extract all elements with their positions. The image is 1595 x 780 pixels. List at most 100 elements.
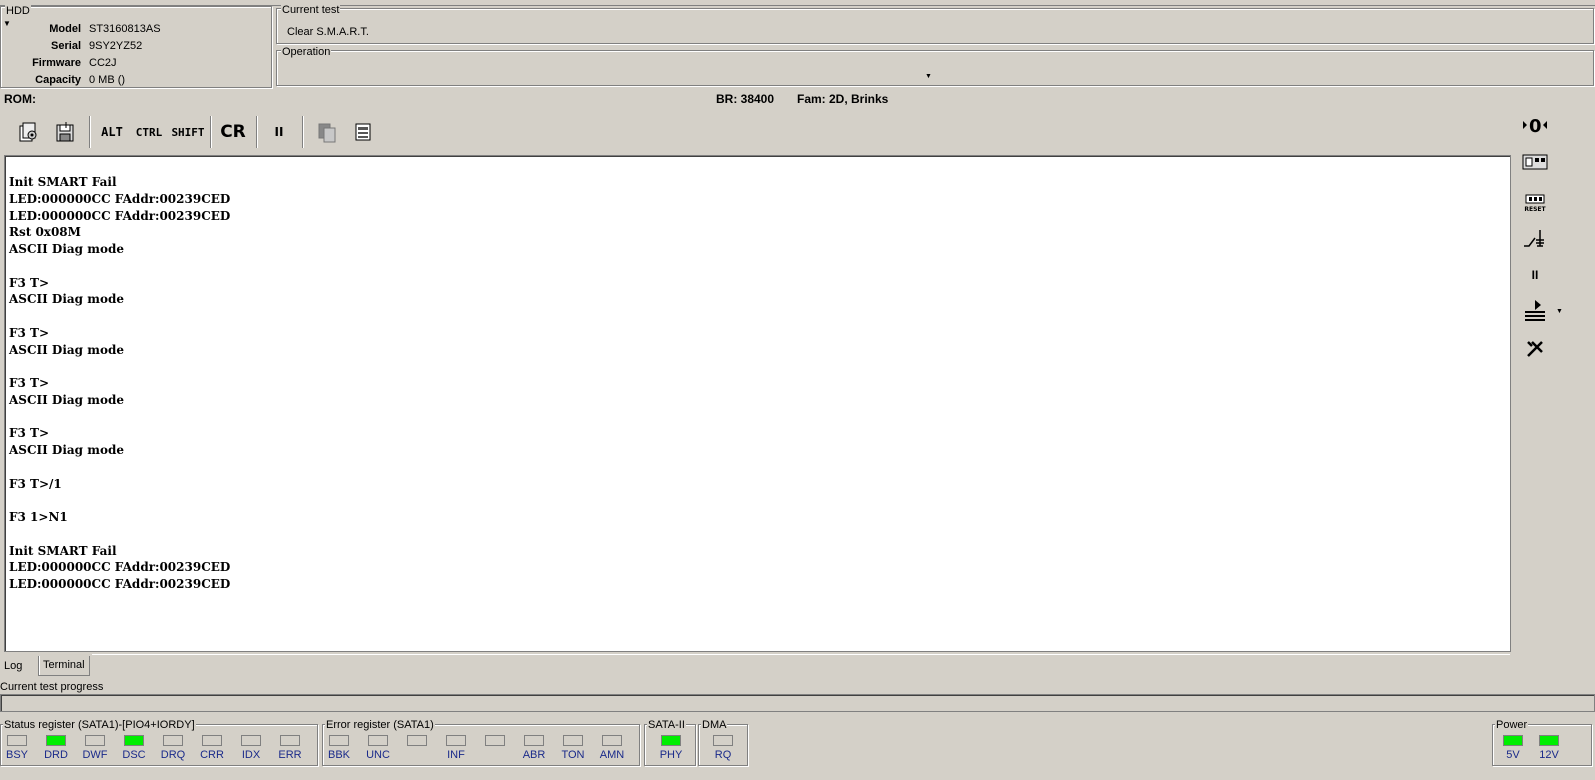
current-test-value: Clear S.M.A.R.T.: [287, 26, 369, 38]
save-log-icon[interactable]: [52, 118, 78, 146]
power-panel: Power 5V 12V: [1492, 719, 1592, 766]
error-register-led: [446, 735, 466, 746]
terminal-line: LED:000000CC FAddr:00239CED: [9, 560, 231, 575]
firmware-label: Firmware: [32, 57, 81, 69]
operation-title: Operation: [281, 46, 332, 58]
power-5v-led: [1503, 735, 1523, 746]
pause-button[interactable]: II: [268, 118, 290, 146]
current-test-panel: Current test Clear S.M.A.R.T.: [276, 4, 1594, 44]
power-toggle-icon[interactable]: 0: [1520, 112, 1550, 138]
error-register-led-label: BBK: [327, 749, 350, 761]
status-register-led: [7, 735, 27, 746]
config-icon[interactable]: [16, 118, 42, 146]
terminal-line: F3 T>: [9, 376, 50, 390]
copy-icon[interactable]: [314, 118, 340, 146]
switch-icon[interactable]: [1520, 226, 1550, 252]
error-register-led: [329, 735, 349, 746]
rom-label: ROM:: [4, 92, 36, 106]
svg-text:RESET: RESET: [1524, 206, 1546, 213]
terminal-line: ASCII Diag mode: [9, 342, 124, 357]
tab-terminal[interactable]: Terminal: [38, 656, 90, 676]
stream-icon[interactable]: [1520, 298, 1550, 324]
power-12v-label: 12V: [1539, 749, 1559, 761]
status-register-title: Status register (SATA1)-[PIO4+IORDY]: [3, 719, 196, 731]
terminal-line: LED:000000CC FAddr:00239CED: [9, 191, 231, 206]
pause-side-icon[interactable]: II: [1520, 262, 1550, 288]
terminal-line: Init SMART Fail: [9, 543, 117, 558]
model-value: ST3160813AS: [89, 23, 161, 35]
board-icon[interactable]: [1520, 149, 1550, 175]
error-register-title: Error register (SATA1): [325, 719, 435, 731]
hdd-title: HDD: [5, 5, 31, 17]
sata-title: SATA-II: [647, 719, 686, 731]
current-test-title: Current test: [281, 4, 341, 16]
error-register-panel: Error register (SATA1) BBK UNC INF ABR TON AM…: [322, 719, 640, 766]
reset-icon[interactable]: RESET: [1520, 187, 1550, 213]
power-12v-led: [1539, 735, 1559, 746]
capacity-value: 0 MB (): [89, 74, 126, 86]
capacity-label: Capacity: [35, 74, 81, 86]
status-register-led: [85, 735, 105, 746]
sata-panel: SATA-II PHY: [644, 719, 696, 766]
status-register-led-label: DRQ: [160, 749, 186, 761]
terminal-line: Init SMART Fail: [9, 175, 117, 189]
terminal-line: F3 T>: [9, 325, 50, 340]
tools-icon[interactable]: [1520, 336, 1550, 362]
status-register-led-label: DSC: [122, 749, 146, 761]
operation-panel: Operation ▼: [276, 46, 1594, 86]
baud-rate: BR: 38400: [716, 92, 775, 106]
status-register-led-label: CRR: [200, 749, 224, 761]
error-register-led: [485, 735, 505, 746]
operation-dropdown-icon[interactable]: ▼: [925, 73, 932, 80]
terminal-line: ASCII Diag mode: [9, 443, 124, 457]
status-register-led: [280, 735, 300, 746]
status-register-led: [163, 735, 183, 746]
error-register-led-label: UNC: [366, 749, 390, 761]
error-register-led: [368, 735, 388, 746]
status-register-led: [46, 735, 66, 746]
terminal-line: ASCII Diag mode: [9, 242, 124, 256]
toolbar-separator: [210, 116, 212, 148]
shift-button[interactable]: SHIFT: [170, 118, 206, 146]
error-register-led-label: ABR: [522, 749, 546, 761]
status-register-led: [124, 735, 144, 746]
toolbar-separator: [89, 116, 91, 148]
tab-log[interactable]: Log: [0, 657, 26, 677]
sata-phy-label: PHY: [659, 749, 683, 761]
svg-text:0: 0: [1529, 116, 1542, 137]
status-register-led: [202, 735, 222, 746]
error-register-led: [524, 735, 544, 746]
alt-button[interactable]: ALT: [97, 118, 127, 146]
error-register-led-label: INF: [447, 749, 465, 761]
tab-strip-line: [92, 654, 1510, 655]
terminal-output[interactable]: Init SMART Fail LED:000000CC FAddr:00239C…: [4, 155, 1511, 652]
terminal-line: ASCII Diag mode: [9, 292, 124, 307]
family-info: Fam: 2D, Brinks: [797, 92, 889, 106]
dma-title: DMA: [701, 719, 728, 731]
serial-label: Serial: [51, 40, 81, 52]
terminal-line: ASCII Diag mode: [9, 392, 124, 407]
stream-dropdown-icon[interactable]: ▼: [1556, 308, 1563, 315]
power-5v-label: 5V: [1506, 749, 1520, 761]
serial-value: 9SY2YZ52: [89, 40, 143, 52]
toolbar-separator: [302, 116, 304, 148]
error-register-led: [407, 735, 427, 746]
model-label: Model: [49, 23, 81, 35]
status-register-led: [241, 735, 261, 746]
ctrl-button[interactable]: CTRL: [132, 118, 166, 146]
hdd-panel: HDD ▼ Model ST3160813AS Serial 9SY2YZ52 Fi…: [0, 5, 272, 88]
terminal-toolbar: ALT CTRL SHIFT CR II: [4, 110, 1510, 154]
terminal-line: LED:000000CC FAddr:00239CED: [9, 208, 231, 223]
terminal-line: LED:000000CC FAddr:00239CED: [9, 577, 231, 591]
keyboard-icon[interactable]: [350, 118, 376, 146]
status-register-led-label: DRD: [44, 749, 68, 761]
toolbar-separator: [256, 116, 258, 148]
status-register-panel: Status register (SATA1)-[PIO4+IORDY] BSY…: [0, 719, 318, 766]
cr-button[interactable]: CR: [218, 118, 248, 146]
status-register-led-label: BSY: [5, 749, 28, 761]
